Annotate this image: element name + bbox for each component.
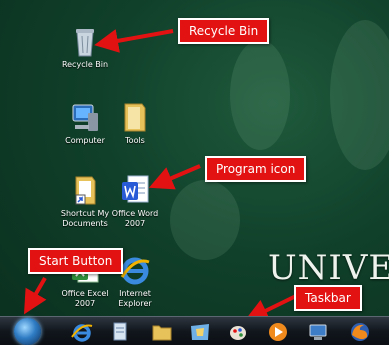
taskbar[interactable] bbox=[0, 316, 389, 345]
callout-program-icon: Program icon bbox=[205, 156, 307, 182]
taskbar-document-icon[interactable] bbox=[108, 320, 132, 344]
taskbar-firefox-icon[interactable] bbox=[348, 320, 372, 344]
arrow-recycle-bin bbox=[94, 29, 174, 53]
arrow-program-icon bbox=[148, 164, 201, 190]
callout-start-button: Start Button bbox=[28, 248, 124, 274]
taskbar-paint-icon[interactable] bbox=[226, 320, 250, 344]
arrow-taskbar bbox=[244, 293, 299, 322]
arrow-start-button bbox=[24, 277, 47, 315]
desktop: UNIVE Recycle Bin Computer Tools Shortcu… bbox=[0, 0, 389, 345]
taskbar-windows-explorer-icon[interactable] bbox=[188, 320, 212, 344]
taskbar-computer-icon[interactable] bbox=[306, 320, 330, 344]
callout-taskbar: Taskbar bbox=[294, 285, 362, 311]
callout-recycle-bin: Recycle Bin bbox=[178, 18, 270, 44]
start-button[interactable] bbox=[14, 318, 41, 345]
taskbar-internet-explorer-icon[interactable] bbox=[70, 320, 94, 344]
taskbar-folder-icon[interactable] bbox=[150, 320, 174, 344]
taskbar-media-player-icon[interactable] bbox=[266, 320, 290, 344]
